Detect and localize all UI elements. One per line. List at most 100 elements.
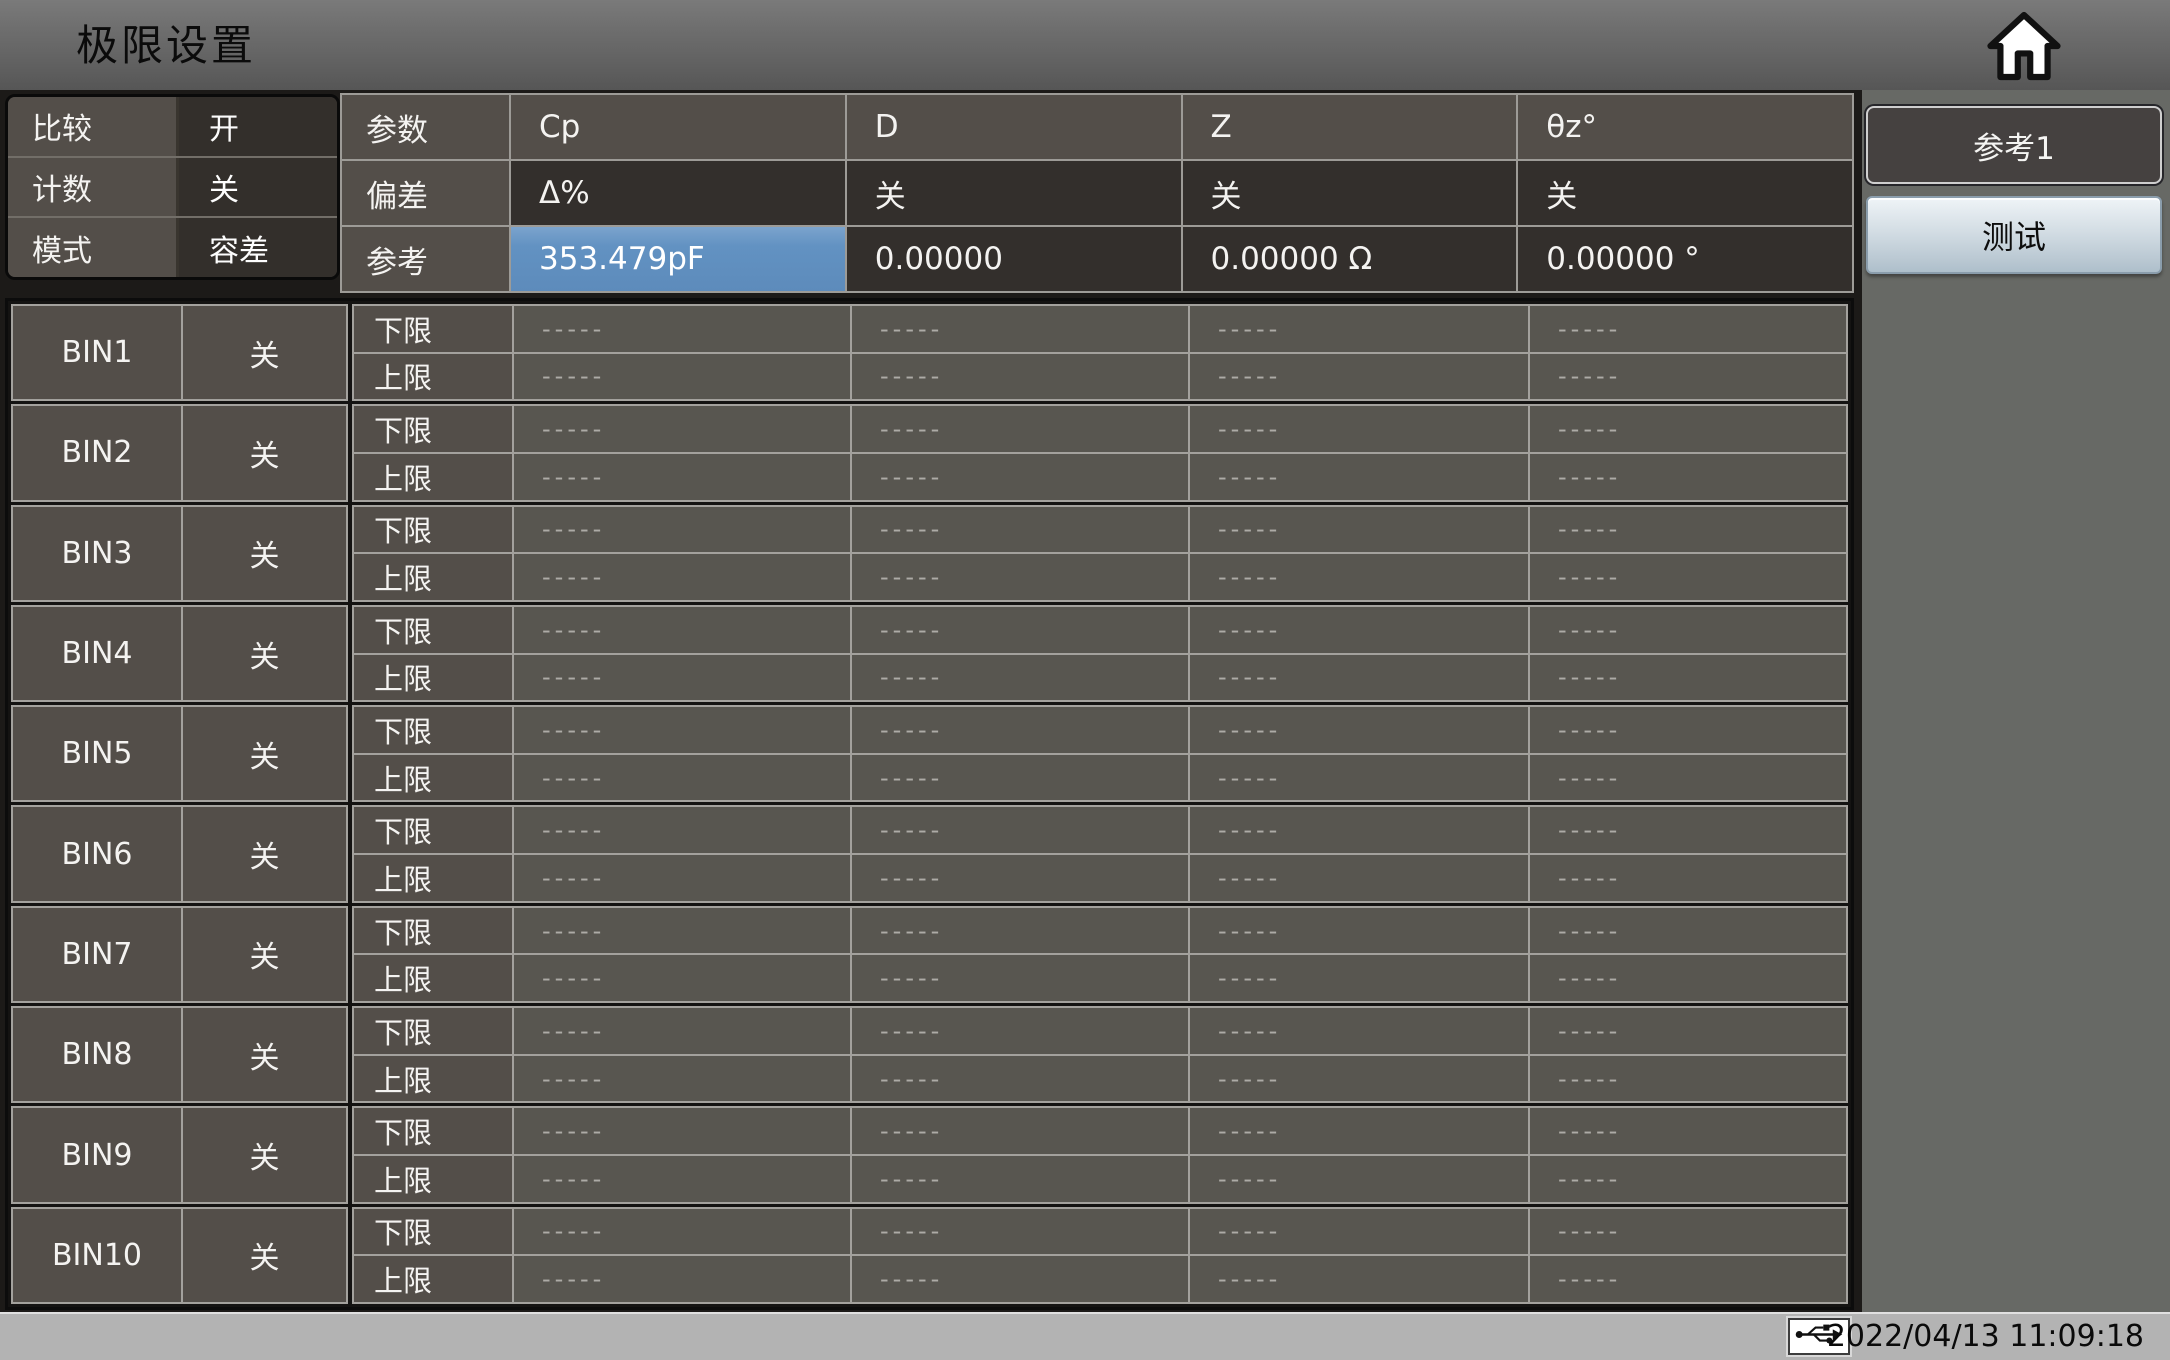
lower-limit-theta[interactable]: ----- (1530, 1108, 1846, 1155)
lower-limit-theta[interactable]: ----- (1530, 807, 1846, 854)
param-theta[interactable]: θz° (1518, 95, 1852, 159)
upper-limit-z[interactable]: ----- (1190, 1055, 1528, 1102)
home-button[interactable] (1984, 10, 2064, 82)
upper-limit-z[interactable]: ----- (1190, 1256, 1528, 1302)
upper-limit-theta[interactable]: ----- (1530, 453, 1846, 500)
upper-limit-cp[interactable]: ----- (514, 855, 850, 901)
compare-value[interactable]: 开 (179, 97, 337, 156)
lower-limit-theta[interactable]: ----- (1530, 306, 1846, 352)
lower-limit-theta[interactable]: ----- (1530, 1008, 1846, 1054)
lower-limit-z[interactable]: ----- (1190, 606, 1528, 653)
lower-limit-z[interactable]: ----- (1190, 1008, 1528, 1054)
lower-limit-theta[interactable]: ----- (1530, 406, 1846, 452)
upper-limit-z[interactable]: ----- (1190, 353, 1528, 400)
reference-cp-selected[interactable]: 353.479pF (511, 227, 845, 291)
deviation-z[interactable]: 关 (1182, 161, 1517, 225)
lower-limit-z[interactable]: ----- (1190, 907, 1528, 954)
upper-limit-theta[interactable]: ----- (1530, 855, 1846, 901)
lower-limit-d[interactable]: ----- (852, 606, 1188, 653)
reference1-button[interactable]: 参考1 (1866, 106, 2162, 184)
upper-limit-d[interactable]: ----- (852, 955, 1188, 1002)
upper-limit-z[interactable]: ----- (1190, 554, 1528, 600)
deviation-d[interactable]: 关 (846, 161, 1181, 225)
upper-limit-theta[interactable]: ----- (1530, 1156, 1846, 1202)
upper-limit-z[interactable]: ----- (1190, 955, 1528, 1002)
upper-limit-theta[interactable]: ----- (1530, 1055, 1846, 1102)
lower-limit-cp[interactable]: ----- (514, 1108, 850, 1155)
upper-limit-d[interactable]: ----- (852, 1156, 1188, 1202)
bin-state-toggle[interactable]: 关 (183, 1208, 346, 1302)
lower-limit-d[interactable]: ----- (852, 807, 1188, 854)
test-button[interactable]: 测试 (1866, 196, 2162, 274)
bin-state-toggle[interactable]: 关 (183, 306, 346, 400)
lower-limit-z[interactable]: ----- (1190, 406, 1528, 452)
upper-limit-cp[interactable]: ----- (514, 453, 850, 500)
upper-limit-cp[interactable]: ----- (514, 1156, 850, 1202)
upper-limit-d[interactable]: ----- (852, 855, 1188, 901)
upper-limit-d[interactable]: ----- (852, 353, 1188, 400)
lower-limit-d[interactable]: ----- (852, 406, 1188, 452)
lower-limit-cp[interactable]: ----- (514, 506, 850, 553)
deviation-cp[interactable]: Δ% (511, 161, 845, 225)
upper-limit-theta[interactable]: ----- (1530, 654, 1846, 701)
upper-limit-cp[interactable]: ----- (514, 554, 850, 600)
lower-limit-d[interactable]: ----- (852, 907, 1188, 954)
upper-limit-z[interactable]: ----- (1190, 1156, 1528, 1202)
bin-state-toggle[interactable]: 关 (183, 1108, 346, 1202)
upper-limit-theta[interactable]: ----- (1530, 1256, 1846, 1302)
upper-limit-cp[interactable]: ----- (514, 353, 850, 400)
reference-theta[interactable]: 0.00000 ° (1518, 227, 1852, 291)
bin-state-toggle[interactable]: 关 (183, 606, 346, 701)
deviation-theta[interactable]: 关 (1518, 161, 1852, 225)
bin-state-toggle[interactable]: 关 (183, 707, 346, 801)
lower-limit-cp[interactable]: ----- (514, 907, 850, 954)
lower-limit-z[interactable]: ----- (1190, 1208, 1528, 1255)
lower-limit-d[interactable]: ----- (852, 1008, 1188, 1054)
reference-d[interactable]: 0.00000 (846, 227, 1181, 291)
mode-value[interactable]: 容差 (179, 218, 337, 277)
count-value[interactable]: 关 (179, 157, 337, 217)
lower-limit-cp[interactable]: ----- (514, 807, 850, 854)
lower-limit-theta[interactable]: ----- (1530, 506, 1846, 553)
bin-state-toggle[interactable]: 关 (183, 907, 346, 1002)
lower-limit-d[interactable]: ----- (852, 1108, 1188, 1155)
upper-limit-d[interactable]: ----- (852, 1256, 1188, 1302)
upper-limit-d[interactable]: ----- (852, 654, 1188, 701)
bin-state-toggle[interactable]: 关 (183, 406, 346, 500)
lower-limit-cp[interactable]: ----- (514, 1008, 850, 1054)
upper-limit-z[interactable]: ----- (1190, 453, 1528, 500)
upper-limit-d[interactable]: ----- (852, 1055, 1188, 1102)
lower-limit-cp[interactable]: ----- (514, 707, 850, 753)
upper-limit-theta[interactable]: ----- (1530, 554, 1846, 600)
lower-limit-theta[interactable]: ----- (1530, 907, 1846, 954)
param-d[interactable]: D (846, 95, 1181, 159)
lower-limit-cp[interactable]: ----- (514, 406, 850, 452)
upper-limit-cp[interactable]: ----- (514, 754, 850, 801)
lower-limit-z[interactable]: ----- (1190, 1108, 1528, 1155)
upper-limit-cp[interactable]: ----- (514, 1256, 850, 1302)
upper-limit-theta[interactable]: ----- (1530, 754, 1846, 801)
upper-limit-z[interactable]: ----- (1190, 855, 1528, 901)
lower-limit-theta[interactable]: ----- (1530, 606, 1846, 653)
param-z[interactable]: Z (1182, 95, 1517, 159)
upper-limit-theta[interactable]: ----- (1530, 955, 1846, 1002)
lower-limit-z[interactable]: ----- (1190, 506, 1528, 553)
upper-limit-cp[interactable]: ----- (514, 1055, 850, 1102)
lower-limit-d[interactable]: ----- (852, 306, 1188, 352)
bin-state-toggle[interactable]: 关 (183, 807, 346, 901)
lower-limit-d[interactable]: ----- (852, 1208, 1188, 1255)
lower-limit-cp[interactable]: ----- (514, 1208, 850, 1255)
lower-limit-d[interactable]: ----- (852, 707, 1188, 753)
lower-limit-z[interactable]: ----- (1190, 707, 1528, 753)
lower-limit-d[interactable]: ----- (852, 506, 1188, 553)
upper-limit-cp[interactable]: ----- (514, 955, 850, 1002)
reference-z[interactable]: 0.00000 Ω (1182, 227, 1517, 291)
bin-state-toggle[interactable]: 关 (183, 1008, 346, 1102)
upper-limit-theta[interactable]: ----- (1530, 353, 1846, 400)
upper-limit-z[interactable]: ----- (1190, 654, 1528, 701)
upper-limit-d[interactable]: ----- (852, 453, 1188, 500)
param-cp[interactable]: Cp (511, 95, 845, 159)
lower-limit-z[interactable]: ----- (1190, 807, 1528, 854)
upper-limit-cp[interactable]: ----- (514, 654, 850, 701)
bin-state-toggle[interactable]: 关 (183, 506, 346, 600)
